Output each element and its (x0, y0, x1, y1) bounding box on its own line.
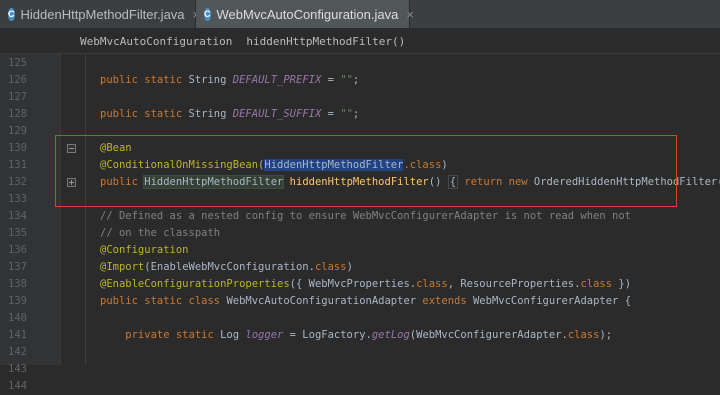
line-number: 144 (8, 380, 27, 392)
code-token: DEFAULT_PREFIX (232, 74, 322, 86)
code-token: "" (340, 74, 353, 86)
line-number: 128 (8, 108, 27, 120)
code-line[interactable]: 143 (0, 361, 720, 378)
code-text: @Configuration (100, 242, 189, 259)
code-token: private static (100, 329, 221, 341)
editor-tab-bar: C HiddenHttpMethodFilter.java × C WebMvc… (0, 0, 720, 29)
code-token: String (188, 108, 233, 120)
line-number: 140 (8, 312, 27, 324)
line-number: 132 (8, 176, 27, 188)
close-icon[interactable]: × (406, 7, 414, 22)
code-line[interactable]: 138 @EnableConfigurationProperties({ WebM… (0, 276, 720, 293)
code-token: }) (612, 278, 632, 290)
code-token: // on the classpath (100, 227, 221, 239)
code-text: public static class WebMvcAutoConfigurat… (100, 293, 631, 310)
code-line[interactable]: 136 @Configuration (0, 242, 720, 259)
code-line[interactable]: 127 (0, 89, 720, 106)
highlight-annotation-box (55, 135, 677, 207)
code-line[interactable]: 141 private static Log logger = LogFacto… (0, 327, 720, 344)
code-token: @Configuration (100, 244, 189, 256)
code-token: // Defined as a nested config to ensure … (100, 210, 632, 222)
line-number: 141 (8, 329, 27, 341)
breadcrumb-method[interactable]: hiddenHttpMethodFilter() (246, 35, 405, 48)
java-class-icon: C (204, 7, 211, 21)
code-token: (WebMvcConfigurerAdapter. (409, 329, 568, 341)
code-line[interactable]: 126 public static String DEFAULT_PREFIX =… (0, 72, 720, 89)
code-token: public static class (100, 295, 227, 307)
code-line[interactable]: 135 // on the classpath (0, 225, 720, 242)
line-number: 138 (8, 278, 27, 290)
code-token: (EnableWebMvcConfiguration. (144, 261, 315, 273)
code-text: // Defined as a nested config to ensure … (100, 208, 631, 225)
code-line[interactable]: 137 @Import(EnableWebMvcConfiguration.cla… (0, 259, 720, 276)
code-token: DEFAULT_SUFFIX (232, 108, 322, 120)
line-number: 134 (8, 210, 27, 222)
line-number: 133 (8, 193, 27, 205)
code-token: WebMvcConfigurerAdapter { (472, 295, 632, 307)
line-number: 135 (8, 227, 27, 239)
line-number: 129 (8, 125, 27, 137)
code-token: public static (100, 74, 189, 86)
breadcrumb-class[interactable]: WebMvcAutoConfiguration (80, 35, 232, 48)
code-token: , ResourceProperties. (447, 278, 581, 290)
code-line[interactable]: 134 // Defined as a nested config to ensu… (0, 208, 720, 225)
line-number: 131 (8, 159, 27, 171)
code-text: public static String DEFAULT_SUFFIX = ""… (100, 106, 359, 123)
code-token: class (580, 278, 613, 290)
line-number: 136 (8, 244, 27, 256)
tab-hidden-http-method-filter[interactable]: C HiddenHttpMethodFilter.java × (0, 0, 200, 28)
breadcrumb: WebMvcAutoConfiguration hiddenHttpMethod… (0, 29, 720, 54)
line-number: 139 (8, 295, 27, 307)
tab-label: HiddenHttpMethodFilter.java (20, 6, 185, 22)
code-token: class (416, 278, 448, 290)
tab-webmvc-auto-configuration[interactable]: C WebMvcAutoConfiguration.java × (196, 0, 414, 28)
code-token: ; (352, 74, 360, 86)
code-token: class (567, 329, 600, 341)
code-token: = (321, 74, 341, 86)
code-token: extends (422, 295, 473, 307)
code-token: = (321, 108, 341, 120)
code-token: WebMvcAutoConfigurationAdapter (226, 295, 423, 307)
code-text: @EnableConfigurationProperties({ WebMvcP… (100, 276, 631, 293)
code-line[interactable]: 140 (0, 310, 720, 327)
code-token: ; (352, 108, 360, 120)
line-number: 137 (8, 261, 27, 273)
code-token: @Import (100, 261, 145, 273)
code-token: public static (100, 108, 189, 120)
code-token: ); (599, 329, 613, 341)
code-text: // on the classpath (100, 225, 220, 242)
java-class-icon: C (8, 7, 15, 21)
code-token: @EnableConfigurationProperties (100, 278, 290, 290)
line-number: 127 (8, 91, 27, 103)
code-token: ({ WebMvcProperties. (289, 278, 417, 290)
code-line[interactable]: 139 public static class WebMvcAutoConfigu… (0, 293, 720, 310)
tab-label: WebMvcAutoConfiguration.java (216, 6, 399, 22)
code-line[interactable]: 128 public static String DEFAULT_SUFFIX =… (0, 106, 720, 123)
code-token: class (314, 261, 347, 273)
code-line[interactable]: 125 (0, 55, 720, 72)
code-line[interactable]: 142 (0, 344, 720, 361)
code-token: logger (245, 329, 284, 341)
code-token: ) (346, 261, 353, 273)
line-number: 143 (8, 363, 27, 375)
code-line[interactable]: 144 (0, 378, 720, 395)
line-number: 125 (8, 57, 27, 69)
line-number: 142 (8, 346, 27, 358)
code-text: @Import(EnableWebMvcConfiguration.class) (100, 259, 353, 276)
code-token: getLog (371, 329, 410, 341)
code-text: public static String DEFAULT_PREFIX = ""… (100, 72, 359, 89)
code-token: Log (220, 329, 246, 341)
line-number: 130 (8, 142, 27, 154)
line-number: 126 (8, 74, 27, 86)
code-token: "" (340, 108, 353, 120)
code-text: private static Log logger = LogFactory.g… (100, 327, 612, 344)
code-token: = LogFactory. (283, 329, 372, 341)
code-token: String (188, 74, 233, 86)
